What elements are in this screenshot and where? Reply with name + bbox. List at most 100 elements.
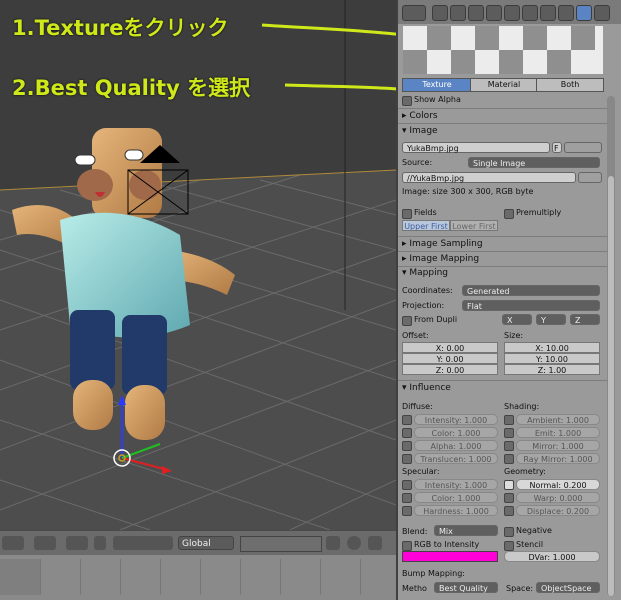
offset-y-field[interactable]: Y: 0.00 bbox=[402, 353, 498, 364]
size-x-field[interactable]: X: 10.00 bbox=[504, 342, 600, 353]
specular-intensity-checkbox[interactable] bbox=[402, 480, 412, 490]
bump-space-dropdown[interactable]: ObjectSpace bbox=[536, 582, 600, 593]
image-mapping-section[interactable]: ▸ Image Mapping bbox=[402, 254, 602, 264]
geometry-warp-checkbox[interactable] bbox=[504, 493, 514, 503]
map-y-dropdown[interactable]: Y bbox=[536, 314, 566, 325]
layer-buttons[interactable] bbox=[240, 536, 322, 552]
image-name-field[interactable]: YukaBmp.jpg bbox=[402, 142, 550, 153]
coordinates-label: Coordinates: bbox=[402, 286, 453, 295]
snapshot-icon[interactable] bbox=[368, 536, 382, 550]
image-actions[interactable] bbox=[564, 142, 602, 153]
bump-method-dropdown[interactable]: Best Quality bbox=[434, 582, 498, 593]
lower-first-button[interactable]: Lower First bbox=[450, 220, 498, 231]
show-alpha-checkbox[interactable] bbox=[402, 96, 412, 106]
timeline[interactable] bbox=[0, 555, 396, 600]
specular-color-field[interactable]: Color: 1.000 bbox=[414, 492, 498, 503]
from-dupli-checkbox[interactable] bbox=[402, 316, 412, 326]
diffuse-intensity-field[interactable]: Intensity: 1.000 bbox=[414, 414, 498, 425]
rgb-to-intensity-checkbox[interactable] bbox=[402, 541, 412, 551]
premultiply-checkbox[interactable] bbox=[504, 209, 514, 219]
specular-hardness-checkbox[interactable] bbox=[402, 506, 412, 516]
tab-material[interactable]: Material bbox=[470, 78, 538, 92]
dvar-field[interactable]: DVar: 1.000 bbox=[504, 551, 600, 562]
premultiply-label: Premultiply bbox=[516, 208, 562, 217]
shading-emit-field[interactable]: Emit: 1.000 bbox=[516, 427, 600, 438]
shading-ambient-checkbox[interactable] bbox=[504, 415, 514, 425]
render-icon[interactable] bbox=[432, 5, 448, 21]
diffuse-intensity-checkbox[interactable] bbox=[402, 415, 412, 425]
geometry-normal-field[interactable]: Normal: 0.200 bbox=[516, 479, 600, 490]
orientation-dropdown[interactable]: Global bbox=[178, 536, 234, 550]
shading-dropdown[interactable] bbox=[34, 536, 56, 550]
map-z-dropdown[interactable]: Z bbox=[570, 314, 600, 325]
file-browse-button[interactable] bbox=[578, 172, 602, 183]
fields-checkbox[interactable] bbox=[402, 209, 412, 219]
image-mapping-label: Image Mapping bbox=[409, 254, 480, 264]
geometry-displace-checkbox[interactable] bbox=[504, 506, 514, 516]
tab-both[interactable]: Both bbox=[536, 78, 604, 92]
object-icon[interactable] bbox=[486, 5, 502, 21]
particles-icon[interactable] bbox=[594, 5, 610, 21]
mode-dropdown[interactable] bbox=[2, 536, 24, 550]
image-section[interactable]: ▾ Image bbox=[402, 126, 602, 136]
image-sampling-section[interactable]: ▸ Image Sampling bbox=[402, 239, 602, 249]
map-x-dropdown[interactable]: X bbox=[502, 314, 532, 325]
data-icon[interactable] bbox=[540, 5, 556, 21]
influence-section[interactable]: ▾ Influence bbox=[402, 383, 602, 393]
shading-mirror-field[interactable]: Mirror: 1.000 bbox=[516, 440, 600, 451]
layer-lock-icon[interactable] bbox=[326, 536, 340, 550]
coordinates-dropdown[interactable]: Generated bbox=[462, 285, 600, 296]
3d-viewport[interactable]: 1.Textureをクリック 2.Best Quality を選択 bbox=[0, 0, 396, 530]
fake-user-button[interactable]: F bbox=[552, 142, 562, 153]
modifier-icon[interactable] bbox=[522, 5, 538, 21]
properties-scrollbar[interactable] bbox=[607, 96, 615, 596]
geometry-warp-field[interactable]: Warp: 0.000 bbox=[516, 492, 600, 503]
shading-mirror-checkbox[interactable] bbox=[504, 441, 514, 451]
world-icon[interactable] bbox=[468, 5, 484, 21]
shading-emit-checkbox[interactable] bbox=[504, 428, 514, 438]
constraint-icon[interactable] bbox=[504, 5, 520, 21]
scene-icon[interactable] bbox=[450, 5, 466, 21]
pivot-dropdown[interactable] bbox=[66, 536, 88, 550]
negative-checkbox[interactable] bbox=[504, 527, 514, 537]
diffuse-translucency-checkbox[interactable] bbox=[402, 454, 412, 464]
specular-intensity-field[interactable]: Intensity: 1.000 bbox=[414, 479, 498, 490]
arrow-1 bbox=[261, 23, 396, 36]
editor-type-icon[interactable] bbox=[402, 5, 426, 21]
tab-texture[interactable]: Texture bbox=[402, 78, 472, 92]
colors-section[interactable]: ▸ Colors bbox=[402, 111, 602, 121]
specular-hardness-field[interactable]: Hardness: 1.000 bbox=[414, 505, 498, 516]
size-z-field[interactable]: Z: 1.00 bbox=[504, 364, 600, 375]
manipulator-icons[interactable] bbox=[113, 536, 173, 550]
geometry-displace-field[interactable]: Displace: 0.200 bbox=[516, 505, 600, 516]
size-y-field[interactable]: Y: 10.00 bbox=[504, 353, 600, 364]
diffuse-translucency-field[interactable]: Translucen: 1.000 bbox=[414, 453, 498, 464]
projection-dropdown[interactable]: Flat bbox=[462, 300, 600, 311]
blend-dropdown[interactable]: Mix bbox=[434, 525, 498, 536]
blend-color-swatch[interactable] bbox=[402, 551, 498, 562]
upper-first-button[interactable]: Upper First bbox=[402, 220, 450, 231]
diffuse-color-checkbox[interactable] bbox=[402, 428, 412, 438]
diffuse-label: Diffuse: bbox=[402, 402, 433, 411]
diffuse-alpha-checkbox[interactable] bbox=[402, 441, 412, 451]
offset-x-field[interactable]: X: 0.00 bbox=[402, 342, 498, 353]
manipulator-toggle[interactable] bbox=[94, 536, 106, 550]
fields-label: Fields bbox=[414, 208, 437, 217]
mapping-section[interactable]: ▾ Mapping bbox=[402, 268, 602, 278]
diffuse-color-field[interactable]: Color: 1.000 bbox=[414, 427, 498, 438]
stencil-checkbox[interactable] bbox=[504, 541, 514, 551]
specular-color-checkbox[interactable] bbox=[402, 493, 412, 503]
texture-preview bbox=[403, 26, 603, 74]
offset-z-field[interactable]: Z: 0.00 bbox=[402, 364, 498, 375]
shading-ambient-field[interactable]: Ambient: 1.000 bbox=[516, 414, 600, 425]
diffuse-alpha-field[interactable]: Alpha: 1.000 bbox=[414, 440, 498, 451]
material-icon[interactable] bbox=[558, 5, 574, 21]
source-dropdown[interactable]: Single Image bbox=[468, 157, 600, 168]
texture-icon[interactable] bbox=[576, 5, 592, 21]
scrollbar-thumb[interactable] bbox=[608, 176, 614, 596]
shading-ray-mirror-checkbox[interactable] bbox=[504, 454, 514, 464]
image-path-field[interactable]: //YukaBmp.jpg bbox=[402, 172, 576, 183]
geometry-normal-checkbox[interactable] bbox=[504, 480, 514, 490]
shading-ray-mirror-field[interactable]: Ray Mirror: 1.000 bbox=[516, 453, 600, 464]
render-icon[interactable] bbox=[347, 536, 361, 550]
